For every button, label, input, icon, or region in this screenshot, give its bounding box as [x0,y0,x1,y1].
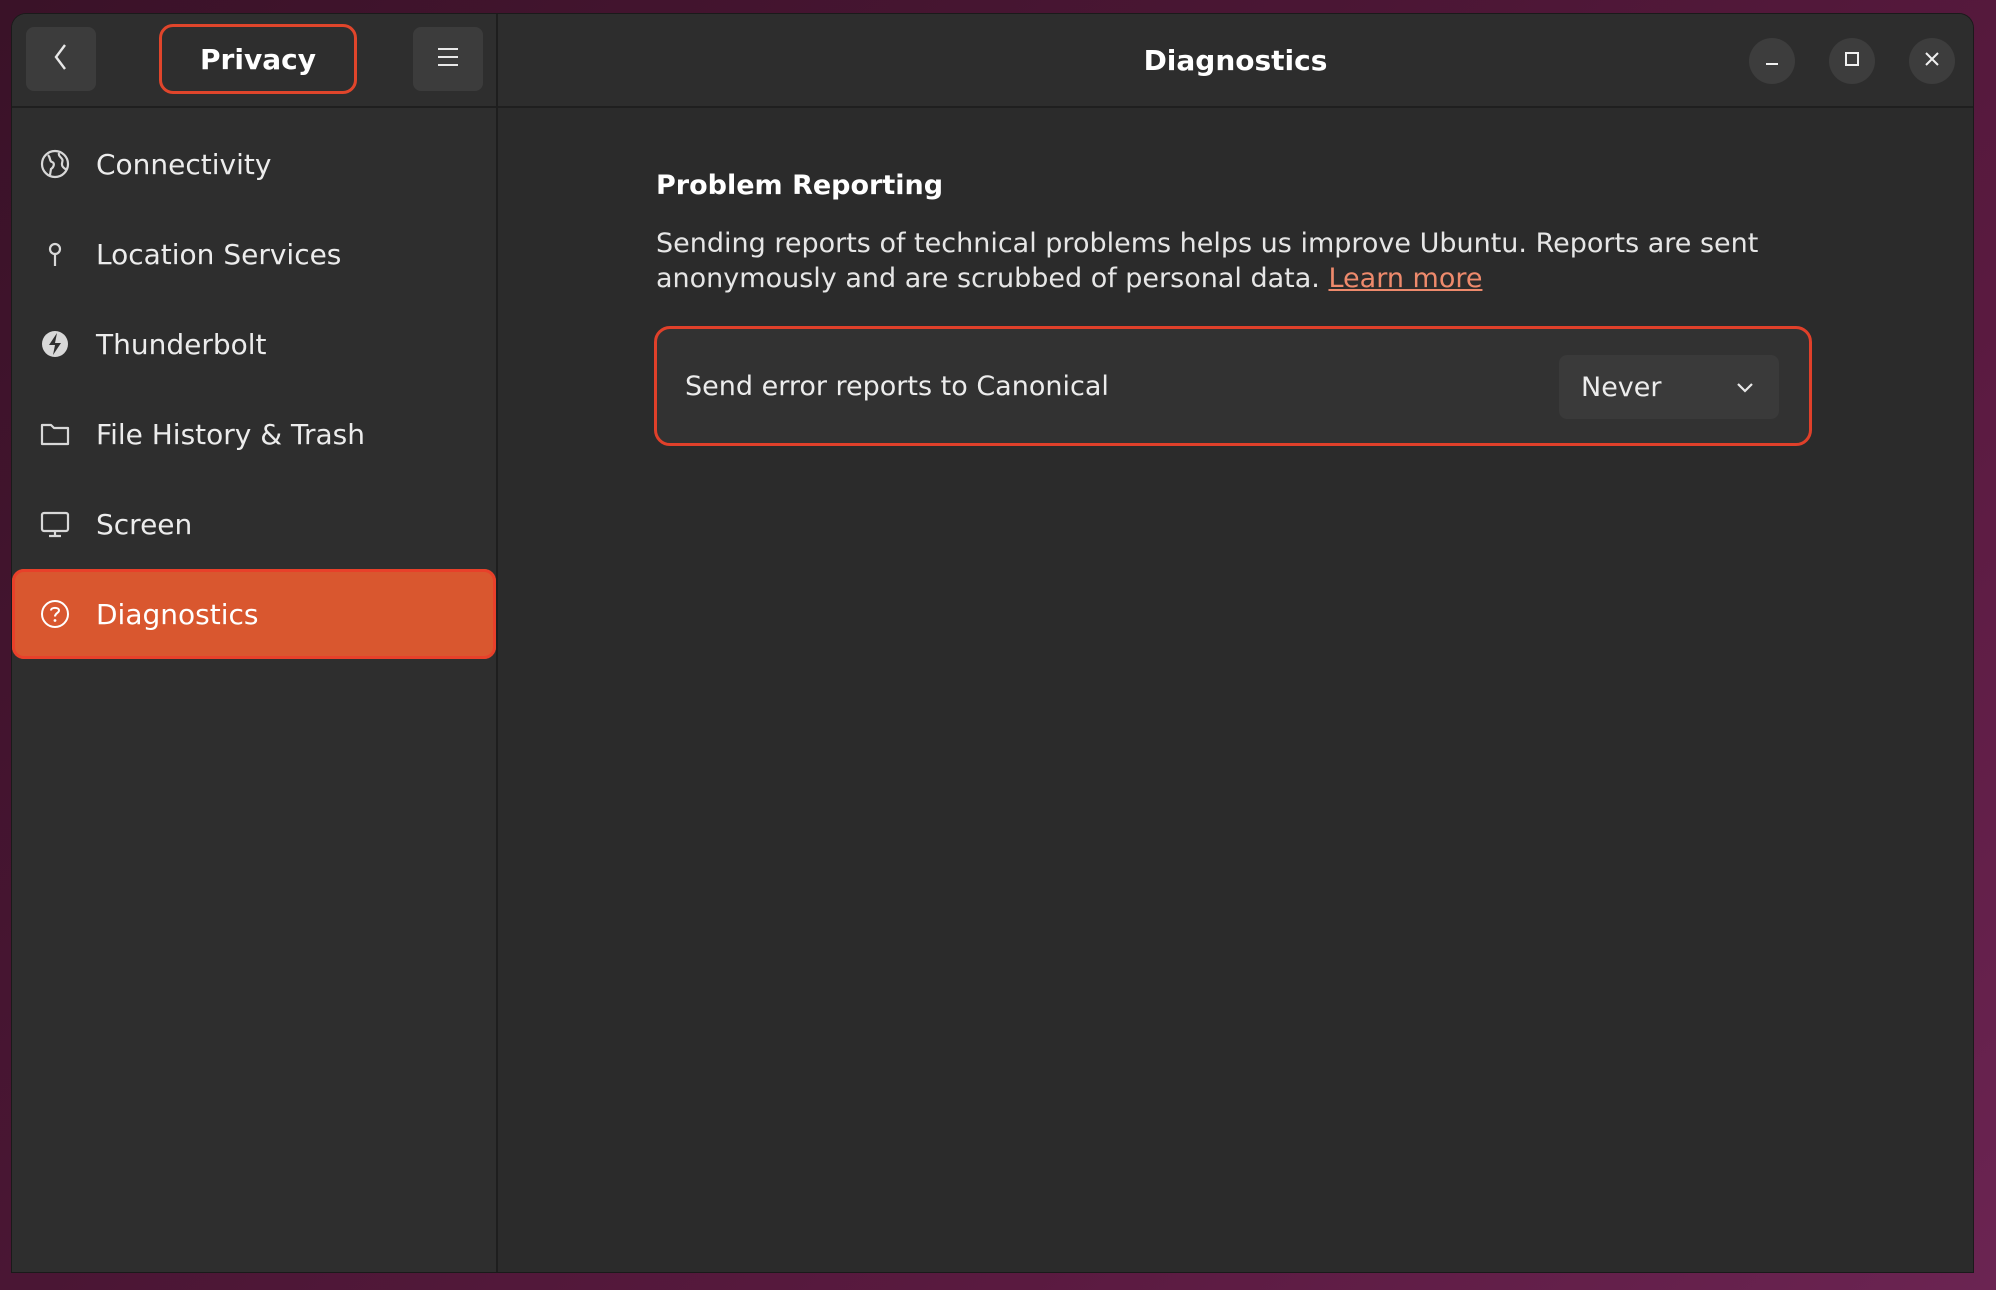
minimize-button[interactable] [1749,38,1795,84]
sidebar-item-diagnostics[interactable]: Diagnostics [12,569,496,659]
learn-more-link[interactable]: Learn more [1328,263,1482,294]
globe-icon [38,147,72,181]
sidebar-item-label: File History & Trash [96,417,365,451]
main-content: Problem Reporting Sending reports of tec… [498,108,1973,1272]
back-button[interactable] [26,27,96,91]
chevron-down-icon [1733,375,1757,399]
chevron-left-icon [51,41,71,77]
sidebar: Privacy Connectivity Location Services T… [12,14,498,1272]
thunderbolt-icon [38,327,72,361]
sidebar-item-label: Diagnostics [96,597,259,631]
maximize-button[interactable] [1829,38,1875,84]
hamburger-menu-icon [436,46,460,72]
sidebar-item-label: Thunderbolt [96,327,267,361]
sidebar-item-thunderbolt[interactable]: Thunderbolt [12,299,496,389]
sidebar-item-label: Location Services [96,237,342,271]
sidebar-item-file-history-trash[interactable]: File History & Trash [12,389,496,479]
sidebar-item-screen[interactable]: Screen [12,479,496,569]
close-icon [1923,50,1941,72]
sidebar-nav: Connectivity Location Services Thunderbo… [12,119,496,659]
sidebar-item-label: Connectivity [96,147,272,181]
error-reports-label: Send error reports to Canonical [685,370,1109,402]
error-reports-dropdown[interactable]: Never [1559,355,1779,419]
maximize-icon [1843,50,1861,72]
sidebar-item-location-services[interactable]: Location Services [12,209,496,299]
folder-icon [38,417,72,451]
section-description: Sending reports of technical problems he… [656,226,1856,296]
dropdown-value: Never [1581,371,1662,403]
sidebar-header: Privacy [12,14,496,108]
close-button[interactable] [1909,38,1955,84]
location-pin-icon [38,237,72,271]
description-text: Sending reports of technical problems he… [656,228,1759,294]
menu-button[interactable] [413,27,483,91]
settings-window: Privacy Connectivity Location Services T… [12,14,1973,1272]
sidebar-title: Privacy [159,24,357,94]
monitor-icon [38,507,72,541]
error-reports-row: Send error reports to Canonical Never [654,326,1812,446]
minimize-icon [1763,50,1781,72]
sidebar-item-label: Screen [96,507,193,541]
section-title: Problem Reporting [656,170,944,201]
content-header: Diagnostics [498,14,1973,108]
sidebar-item-connectivity[interactable]: Connectivity [12,119,496,209]
help-circle-icon [38,597,72,631]
